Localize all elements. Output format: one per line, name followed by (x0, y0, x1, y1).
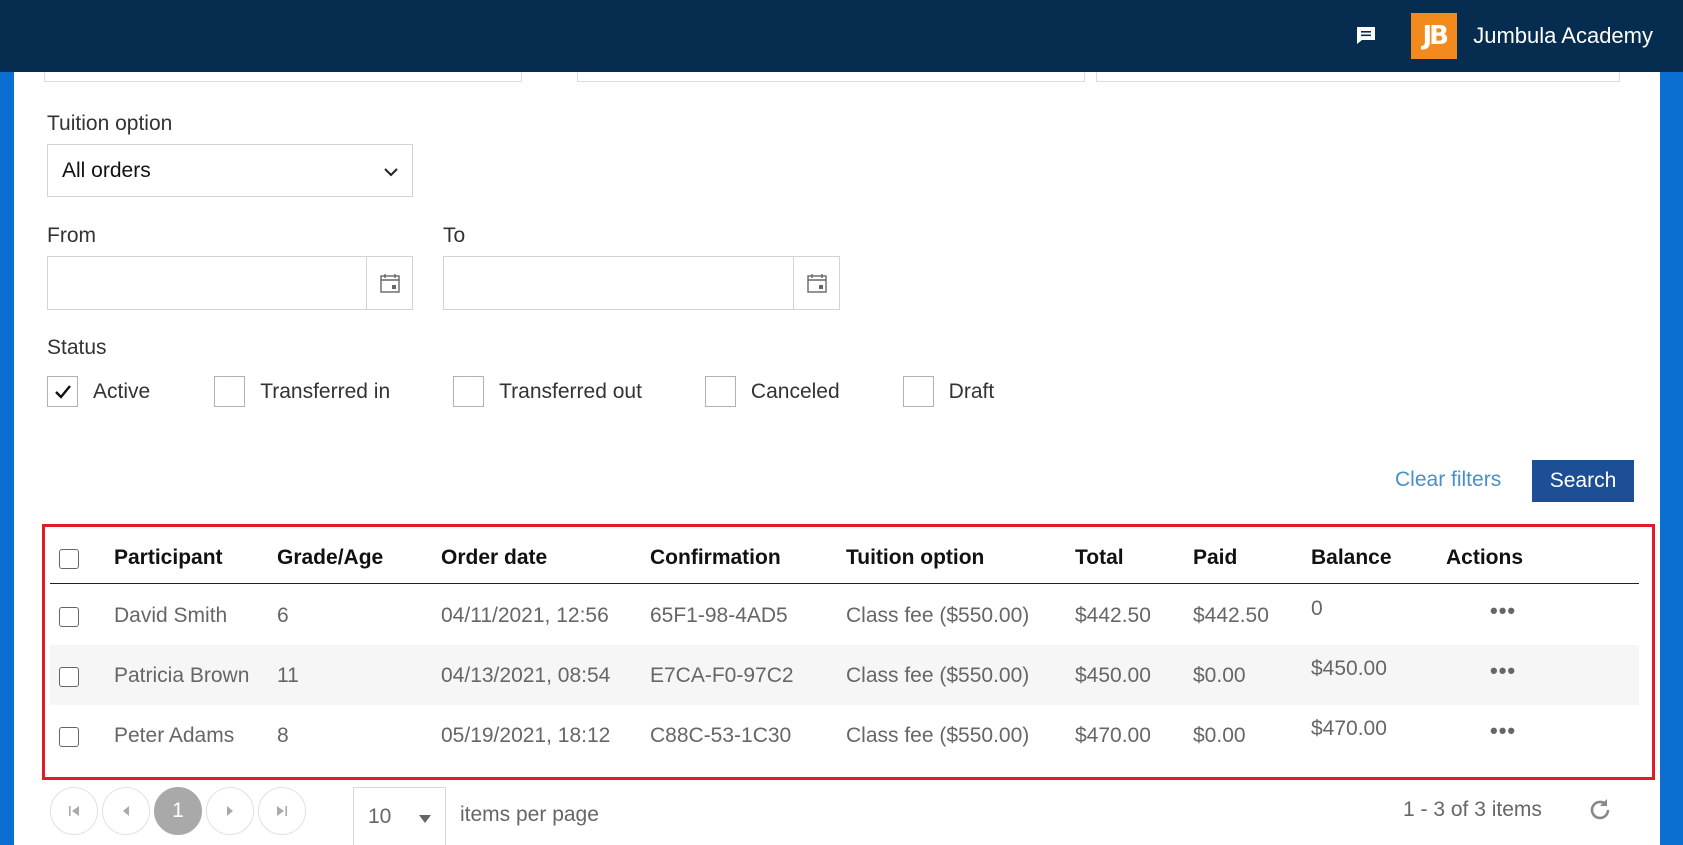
tuition-cell: Class fee ($550.00) (846, 724, 1030, 747)
confirmation-link[interactable]: C88C-53-1C30 (650, 724, 791, 748)
table-row: David Smith 6 04/11/2021, 12:56 65F1-98-… (50, 585, 1639, 649)
next-page-icon[interactable] (206, 787, 254, 835)
balance-cell: $470.00 (1311, 717, 1387, 740)
status-transferred-in-checkbox[interactable]: Transferred in (214, 376, 390, 407)
column-header[interactable]: Participant (114, 546, 223, 570)
chevron-down-icon (384, 159, 398, 183)
from-date-field[interactable] (47, 256, 413, 310)
filter-input-partial[interactable] (44, 72, 522, 82)
row-actions-menu[interactable]: ••• (1490, 658, 1516, 684)
checkbox[interactable] (704, 376, 736, 407)
chevron-down-icon (419, 805, 431, 829)
paid-cell: $0.00 (1193, 664, 1246, 687)
status-draft-checkbox[interactable]: Draft (902, 376, 995, 407)
chat-icon[interactable] (1351, 21, 1381, 51)
tuition-option-label: Tuition option (47, 112, 173, 135)
status-option-label: Draft (948, 379, 995, 403)
paid-cell: $0.00 (1193, 724, 1246, 747)
clear-filters-link[interactable]: Clear filters (1395, 468, 1501, 492)
filter-input-partial[interactable] (577, 72, 1085, 82)
table-row: Peter Adams 8 05/19/2021, 18:12 C88C-53-… (50, 705, 1639, 769)
column-header[interactable]: Grade/Age (277, 546, 383, 570)
status-active-checkbox[interactable]: Active (47, 376, 150, 407)
first-page-icon[interactable] (50, 787, 98, 835)
column-header[interactable]: Order date (441, 546, 547, 570)
page-size-value: 10 (368, 804, 392, 828)
org-name[interactable]: Jumbula Academy (1473, 23, 1653, 49)
column-header[interactable]: Tuition option (846, 546, 984, 570)
total-cell: $450.00 (1075, 664, 1151, 687)
checkbox[interactable] (453, 376, 485, 407)
academy-logo[interactable]: JB (1411, 13, 1458, 59)
column-header[interactable]: Total (1075, 546, 1124, 570)
column-header[interactable]: Paid (1193, 546, 1237, 570)
row-checkbox[interactable] (59, 607, 79, 627)
paid-cell: $442.50 (1193, 604, 1269, 627)
status-option-label: Active (93, 379, 151, 403)
refresh-icon[interactable] (1586, 796, 1616, 826)
main-panel: Tuition option All orders From To Status… (14, 72, 1660, 845)
order-date-cell: 04/11/2021, 12:56 (441, 604, 609, 627)
status-transferred-out-checkbox[interactable]: Transferred out (453, 376, 642, 407)
participant-link[interactable]: Patricia Brown (114, 664, 249, 688)
checkbox[interactable] (214, 376, 246, 407)
balance-cell: 0 (1311, 597, 1323, 620)
row-actions-menu[interactable]: ••• (1490, 718, 1516, 744)
row-checkbox[interactable] (59, 727, 79, 747)
prev-page-icon[interactable] (102, 787, 150, 835)
order-date-cell: 05/19/2021, 18:12 (441, 724, 611, 747)
top-bar: JB Jumbula Academy (0, 0, 1683, 72)
column-header: Actions (1446, 546, 1524, 569)
tuition-cell: Class fee ($550.00) (846, 604, 1030, 627)
tuition-option-select[interactable]: All orders (47, 144, 413, 197)
participant-link[interactable]: David Smith (114, 604, 227, 628)
calendar-icon[interactable] (793, 257, 839, 309)
total-cell: $470.00 (1075, 724, 1151, 747)
status-option-label: Transferred out (499, 379, 642, 403)
tuition-option-value: All orders (62, 158, 151, 182)
table-header-row: Participant Grade/Age Order date Confirm… (50, 527, 1639, 584)
calendar-icon[interactable] (366, 257, 412, 309)
total-cell: $442.50 (1075, 604, 1151, 627)
page-number-button[interactable]: 1 (154, 787, 202, 835)
grade-cell: 11 (277, 664, 299, 687)
status-label: Status (47, 336, 107, 359)
row-actions-menu[interactable]: ••• (1490, 598, 1516, 624)
grade-cell: 6 (277, 604, 289, 627)
status-option-label: Transferred in (260, 379, 391, 403)
grade-cell: 8 (277, 724, 289, 747)
row-checkbox[interactable] (59, 667, 79, 687)
tuition-cell: Class fee ($550.00) (846, 664, 1030, 687)
confirmation-link[interactable]: 65F1-98-4AD5 (650, 604, 788, 628)
checkmark-icon (54, 384, 71, 399)
to-label: To (443, 224, 466, 247)
column-header[interactable]: Confirmation (650, 546, 781, 570)
checkbox[interactable] (902, 376, 934, 407)
last-page-icon[interactable] (258, 787, 306, 835)
search-button[interactable]: Search (1532, 460, 1634, 502)
checkbox[interactable] (47, 376, 78, 407)
orders-table: Participant Grade/Age Order date Confirm… (42, 524, 1655, 780)
select-all-checkbox[interactable] (59, 549, 79, 569)
from-label: From (47, 224, 96, 247)
items-per-page-label: items per page (460, 803, 599, 826)
column-header[interactable]: Balance (1311, 546, 1392, 570)
filter-input-partial[interactable] (1096, 72, 1620, 82)
to-date-field[interactable] (443, 256, 840, 310)
status-canceled-checkbox[interactable]: Canceled (704, 376, 840, 407)
status-checkbox-group: Active Transferred in Transferred out Ca… (47, 376, 994, 407)
pagination: 1 (50, 787, 310, 835)
confirmation-link[interactable]: E7CA-F0-97C2 (650, 664, 794, 688)
items-count: 1 - 3 of 3 items (1403, 798, 1542, 821)
participant-link[interactable]: Peter Adams (114, 724, 234, 748)
table-row: Patricia Brown 11 04/13/2021, 08:54 E7CA… (50, 645, 1639, 705)
balance-cell: $450.00 (1311, 657, 1387, 680)
status-option-label: Canceled (750, 379, 840, 403)
page-size-select[interactable]: 10 (353, 787, 446, 845)
order-date-cell: 04/13/2021, 08:54 (441, 664, 611, 687)
